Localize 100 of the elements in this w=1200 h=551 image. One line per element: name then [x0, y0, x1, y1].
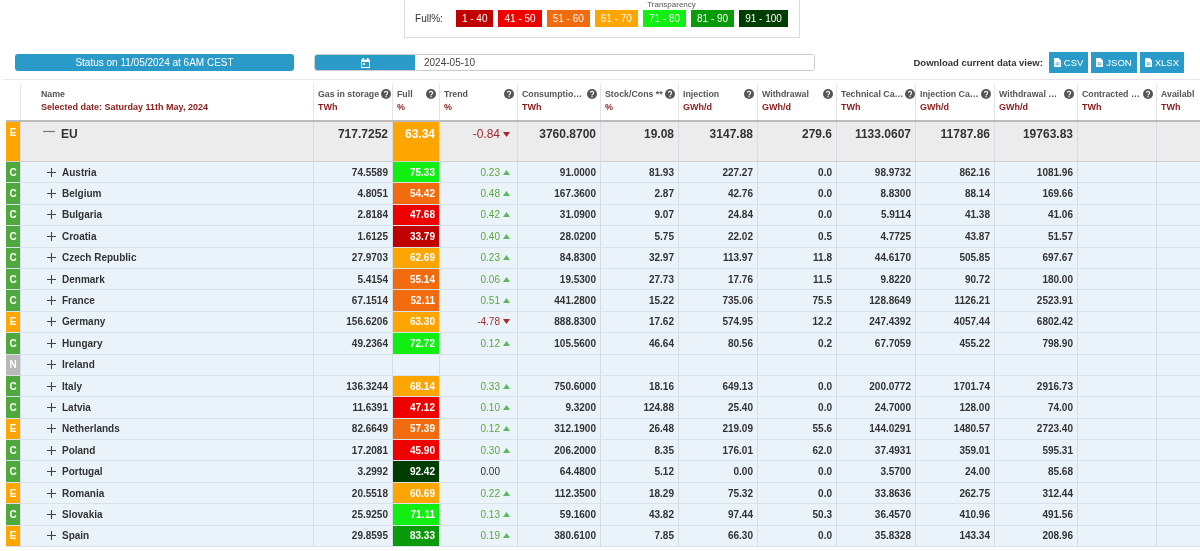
country-name[interactable]: Germany [62, 316, 106, 328]
table-cell: 82.6649 [351, 423, 388, 435]
column-unit: GWh/d [683, 102, 713, 112]
column-header[interactable]: Name [41, 89, 65, 99]
country-name[interactable]: Bulgaria [62, 209, 102, 221]
fill-level-cell: 75.33 [392, 162, 439, 183]
table-cell: 18.16 [648, 380, 674, 392]
country-name[interactable]: Italy [62, 380, 82, 392]
fill-level-cell: 52.11 [392, 290, 439, 311]
table-cell: 6802.42 [1036, 316, 1073, 328]
table-cell: 4057.44 [953, 316, 990, 328]
table-cell: 888.8300 [554, 316, 596, 328]
table-cell: 312.1900 [554, 423, 596, 435]
table-cell: 11.8 [813, 252, 832, 264]
table-cell: 9.8220 [880, 273, 911, 285]
table-cell: 97.44 [727, 508, 753, 520]
column-header[interactable]: Withdrawal [762, 89, 809, 99]
table-cell: 33.8636 [874, 487, 911, 499]
column-header[interactable]: Trend [444, 89, 468, 99]
table-cell: 67.1514 [351, 295, 388, 307]
trend-value: 0.30 [480, 444, 500, 456]
country-name[interactable]: Portugal [62, 466, 103, 478]
fill-level-cell: 63.30 [392, 311, 439, 333]
table-cell: 128.8649 [869, 295, 911, 307]
table-cell: 20.5518 [351, 487, 388, 499]
column-header[interactable]: Stock/Cons ** [605, 89, 663, 99]
table-cell: 112.3500 [554, 487, 596, 499]
table-cell: 2.8184 [357, 209, 388, 221]
table-cell: 43.87 [964, 230, 990, 242]
country-name[interactable]: Netherlands [62, 423, 120, 435]
table-cell: 91.0000 [559, 166, 596, 178]
table-cell: 17.2081 [351, 444, 388, 456]
column-header[interactable]: Withdrawal … [999, 89, 1058, 99]
fill-level-cell: 47.12 [392, 397, 439, 418]
trend-value: 0.51 [480, 295, 500, 307]
table-cell: 3760.8700 [539, 127, 596, 141]
status-badge: C [6, 204, 20, 226]
table-cell: 735.06 [722, 295, 753, 307]
table-cell: 649.13 [722, 380, 753, 392]
table-cell: 31.0900 [559, 209, 596, 221]
country-name[interactable]: Romania [62, 487, 105, 499]
legend-chip: 71 - 80 [642, 10, 687, 27]
status-badge: C [6, 268, 20, 290]
table-cell: 0.5 [818, 230, 832, 242]
table-cell: 798.90 [1042, 337, 1073, 349]
country-name[interactable]: France [62, 295, 95, 307]
column-header[interactable]: Full [397, 89, 413, 99]
status-badge: C [6, 440, 20, 461]
status-badge: C [6, 247, 20, 268]
status-badge: C [6, 333, 20, 354]
fill-level-cell: 60.69 [392, 482, 439, 504]
table-cell: 1081.96 [1036, 166, 1073, 178]
country-name[interactable]: Hungary [62, 337, 103, 349]
table-cell: 3147.88 [709, 127, 753, 141]
table-cell: 8.35 [654, 444, 674, 456]
table-cell: 36.4570 [874, 508, 911, 520]
trend-value: 0.48 [480, 188, 500, 200]
status-badge: C [6, 461, 20, 482]
table-cell: 4.7725 [880, 230, 911, 242]
status-badge: E [6, 418, 20, 440]
country-name[interactable]: EU [61, 127, 78, 141]
fill-level-cell: 62.69 [392, 247, 439, 268]
status-badge: E [6, 482, 20, 504]
country-name[interactable]: Spain [62, 530, 90, 542]
table-cell: 262.75 [959, 487, 990, 499]
trend-value: 0.23 [480, 166, 500, 178]
column-header[interactable]: Injection [683, 89, 720, 99]
table-cell: 574.95 [722, 316, 753, 328]
status-badge: N [6, 354, 20, 375]
table-cell: 17.62 [648, 316, 674, 328]
column-unit: % [397, 102, 406, 112]
legend-chip: 91 - 100 [739, 10, 788, 27]
column-header[interactable]: Availabl [1161, 89, 1195, 99]
country-name[interactable]: Ireland [62, 359, 95, 371]
country-name[interactable]: Croatia [62, 230, 97, 242]
trend-value: 0.10 [480, 402, 500, 413]
column-header[interactable]: Gas in storage [318, 89, 380, 99]
country-name[interactable]: Austria [62, 166, 97, 178]
date-field[interactable]: 2024-05-10 [314, 54, 815, 71]
column-header[interactable]: Injection Ca… [920, 89, 979, 99]
table-cell: 7.85 [654, 530, 674, 542]
table-cell: 50.3 [812, 508, 832, 520]
country-name[interactable]: Latvia [62, 402, 91, 413]
trend-value: 0.12 [480, 337, 500, 349]
country-name[interactable]: Czech Republic [62, 252, 137, 264]
table-cell: 24.7000 [874, 402, 911, 413]
table-cell: 2723.40 [1036, 423, 1073, 435]
table-cell: 1701.74 [953, 380, 990, 392]
table-cell: 9.3200 [565, 402, 596, 413]
country-name[interactable]: Slovakia [62, 508, 103, 520]
table-cell: 136.3244 [346, 380, 388, 392]
column-unit: % [444, 102, 453, 112]
column-header[interactable]: Technical Ca… [841, 89, 904, 99]
country-name[interactable]: Belgium [62, 188, 102, 200]
column-header[interactable]: Contracted … [1082, 89, 1140, 99]
country-name[interactable]: Poland [62, 444, 96, 456]
column-unit: TWh [841, 102, 862, 112]
column-header[interactable]: Consumptio… [522, 89, 583, 99]
fill-level-cell: 45.90 [392, 440, 439, 461]
country-name[interactable]: Denmark [62, 273, 105, 285]
